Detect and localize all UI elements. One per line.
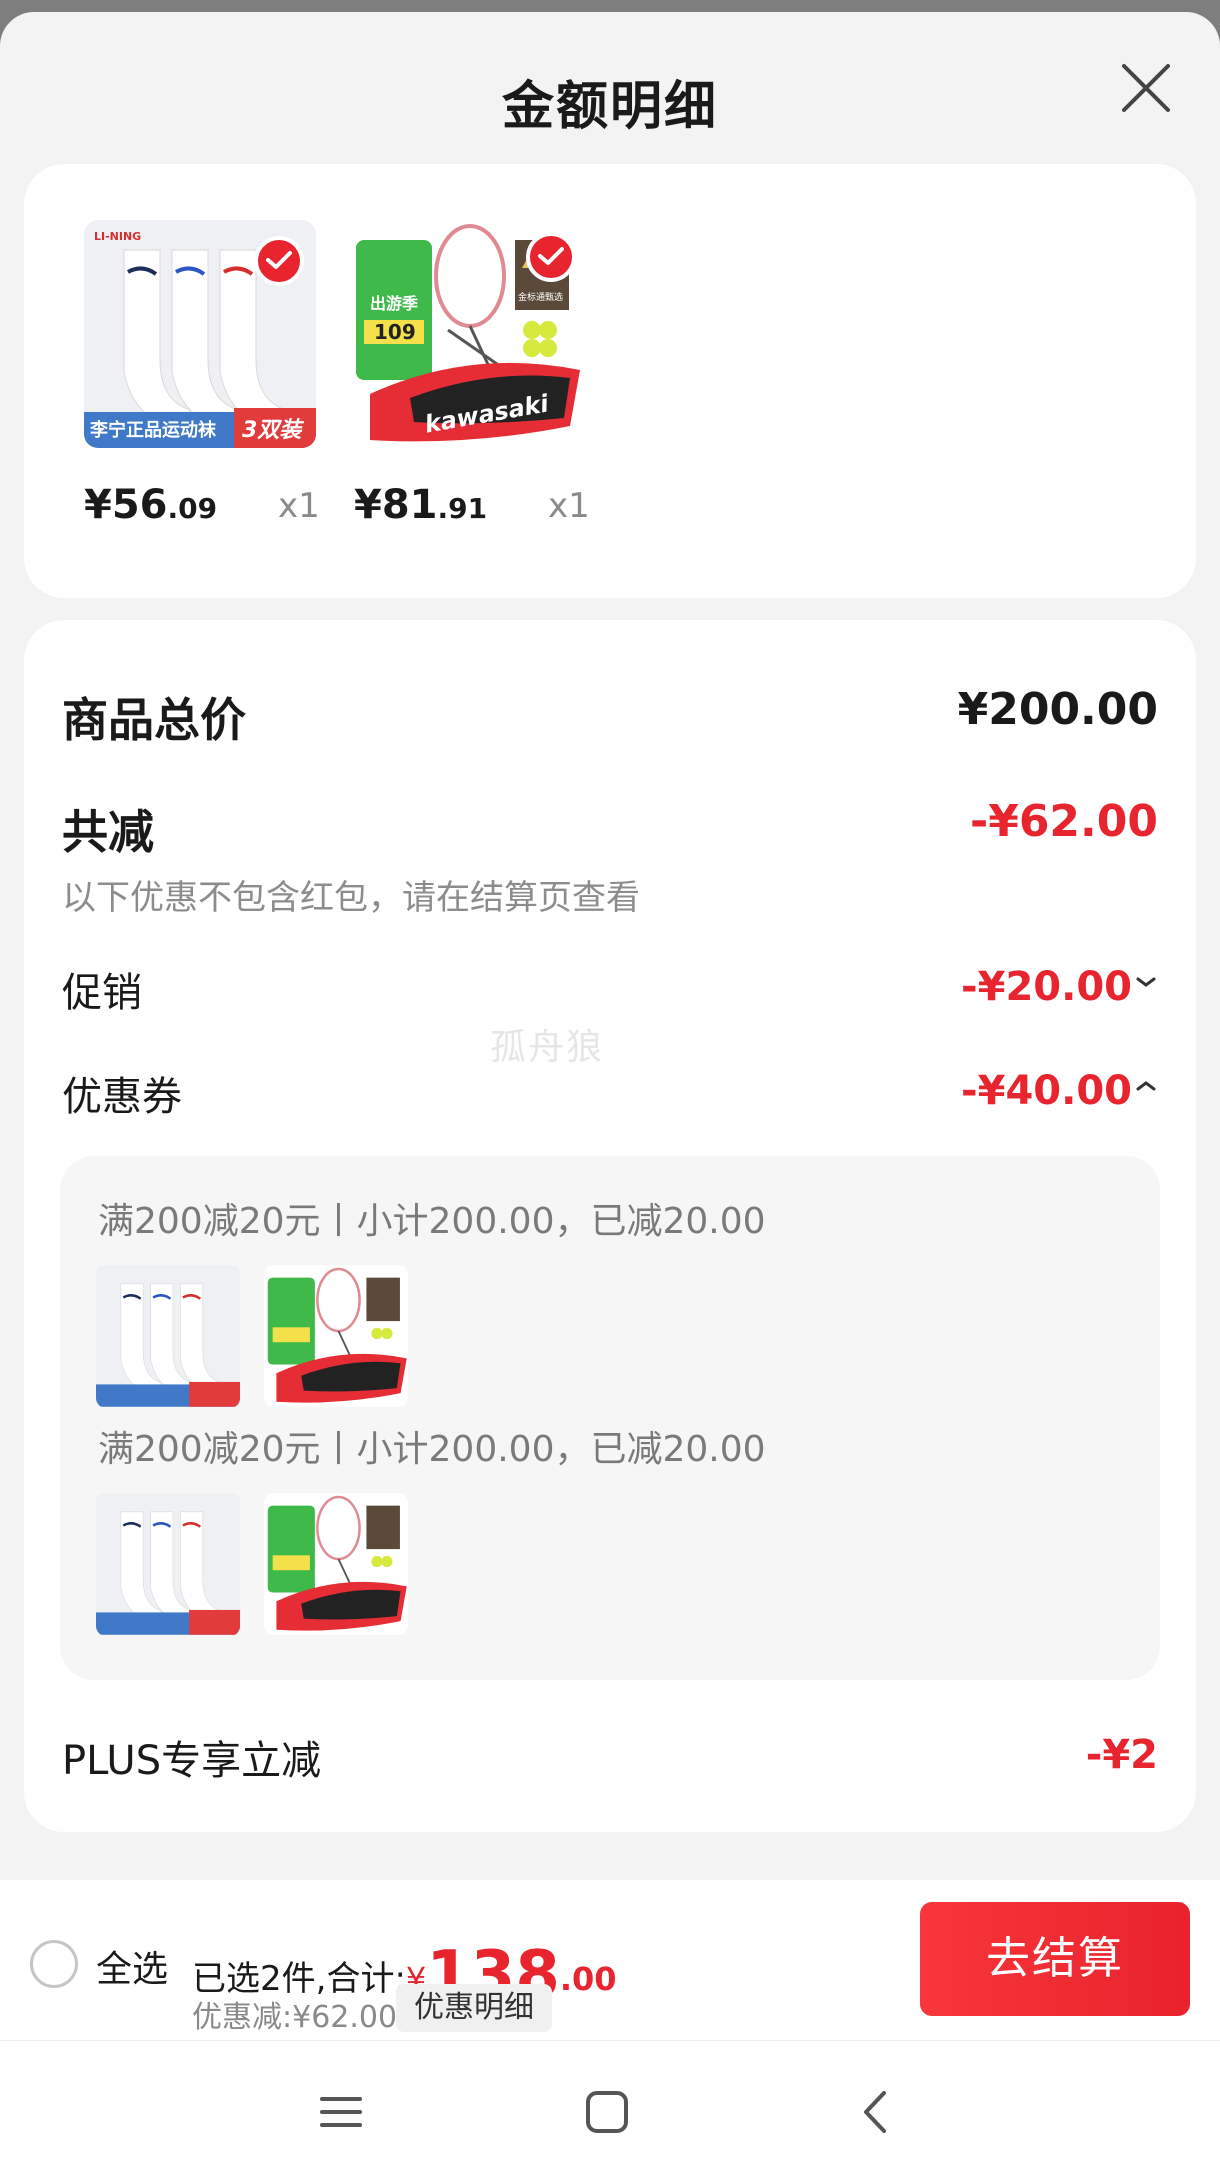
discount-total: 优惠减:¥62.00 — [192, 2000, 398, 2035]
select-all-radio[interactable] — [30, 1940, 78, 1988]
coupon-label: 优惠券 — [62, 1074, 182, 1120]
coupon-product-thumb-racket — [264, 1264, 408, 1408]
selected-check-icon[interactable] — [254, 236, 304, 286]
checkout-button[interactable]: 去结算 — [920, 1902, 1190, 2016]
promo-price: 109 — [374, 320, 416, 344]
sheet-header: 金额明细 — [0, 12, 1220, 162]
promotion-row[interactable]: 促销 -¥20.00 — [62, 960, 1158, 1016]
product-brand-band: 李宁正品运动袜 — [90, 420, 216, 441]
discount-detail-button[interactable]: 优惠明细 — [396, 1984, 552, 2032]
back-icon[interactable] — [852, 2089, 898, 2135]
plus-value: -¥2 — [1085, 1732, 1158, 1778]
coupon-value: -¥40.00 — [961, 1068, 1132, 1114]
reduce-row: 共减 -¥62.00 — [62, 796, 1158, 859]
total-price-row: 商品总价 ¥200.00 — [62, 684, 1158, 747]
promotion-label: 促销 — [62, 970, 142, 1016]
coupon-product-thumb-racket — [264, 1492, 408, 1636]
reduce-note: 以下优惠不包含红包，请在结算页查看 — [62, 878, 640, 918]
total-amount-dec: .00 — [559, 1960, 617, 1998]
checkout-bar: 全选 已选2件,合计:¥138.00 优惠减:¥62.00 优惠明细 去结算 — [0, 1880, 1220, 2040]
chevron-up-icon[interactable] — [1134, 1074, 1158, 1098]
total-price-label: 商品总价 — [62, 693, 246, 747]
reduce-label: 共减 — [62, 805, 154, 859]
page-title: 金额明细 — [501, 77, 718, 137]
product-price: ¥56.09 — [84, 482, 218, 528]
watermark: 孤舟狼 — [490, 1027, 605, 1068]
coupon-row[interactable]: 优惠券 -¥40.00 — [62, 1064, 1158, 1120]
reduce-value: -¥62.00 — [969, 796, 1158, 847]
coupon-rule: 满200减20元丨小计200.00，已减20.00 — [98, 1429, 766, 1470]
svg-text:LI-NING: LI-NING — [94, 230, 141, 243]
chevron-down-icon[interactable] — [1134, 970, 1158, 994]
product-quantity: x1 — [548, 486, 590, 526]
amount-detail-sheet: 金额明细 LI-NING 李宁正品运动袜 3双装 出游季 109 金标通甄选 k… — [0, 12, 1220, 2173]
corner-tag: 金标通甄选 — [518, 293, 564, 303]
selected-products-card: LI-NING 李宁正品运动袜 3双装 出游季 109 金标通甄选 kawasa… — [24, 164, 1196, 598]
product-quantity: x1 — [278, 486, 320, 526]
close-icon[interactable] — [1118, 60, 1174, 116]
pack-badge: 3双装 — [242, 418, 302, 443]
selected-check-icon[interactable] — [526, 232, 576, 282]
promo-tag: 出游季 — [370, 294, 419, 313]
menu-icon[interactable] — [318, 2089, 364, 2135]
total-price-value: ¥200.00 — [957, 684, 1158, 735]
coupon-product-thumb-socks — [96, 1492, 240, 1636]
plus-row: PLUS专享立减 -¥2 — [62, 1728, 1158, 1784]
product-image-socks[interactable]: LI-NING 李宁正品运动袜 3双装 — [84, 220, 316, 448]
plus-label: PLUS专享立减 — [62, 1738, 322, 1784]
promotion-value: -¥20.00 — [961, 964, 1132, 1010]
coupon-product-thumb-socks — [96, 1264, 240, 1408]
coupon-rule: 满200减20元丨小计200.00，已减20.00 — [98, 1201, 766, 1242]
system-nav-bar — [0, 2040, 1220, 2173]
product-image-racket[interactable]: 出游季 109 金标通甄选 kawasaki — [350, 220, 582, 448]
home-icon[interactable] — [584, 2089, 630, 2135]
coupon-detail-box: 满200减20元丨小计200.00，已减20.00 满200减20元丨小计200… — [60, 1156, 1160, 1680]
select-all-label[interactable]: 全选 — [96, 1940, 168, 1992]
product-price: ¥81.91 — [354, 482, 488, 528]
